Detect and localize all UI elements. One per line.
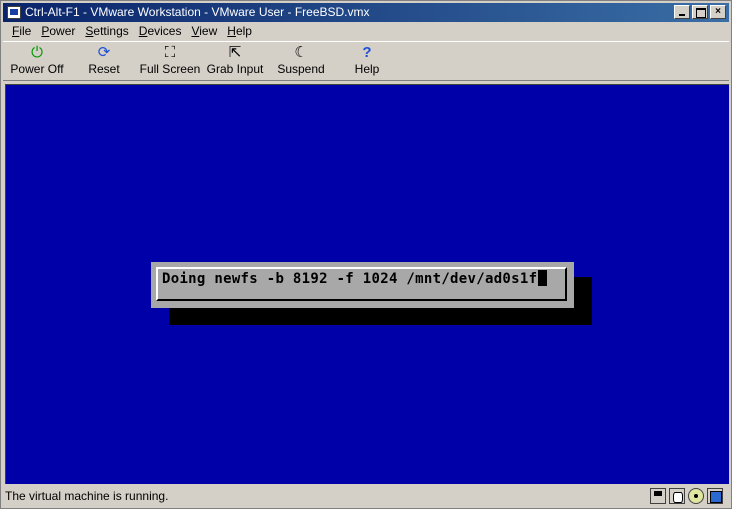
network-icon[interactable] <box>707 488 723 504</box>
title-bar[interactable]: Ctrl-Alt-F1 - VMware Workstation - VMwar… <box>3 3 729 22</box>
menu-settings[interactable]: Settings <box>80 24 133 38</box>
power-off-button[interactable]: ⏻ Power Off <box>9 44 65 80</box>
suspend-label: Suspend <box>277 62 325 76</box>
help-button[interactable]: ? Help <box>349 44 385 80</box>
maximize-button[interactable] <box>692 5 708 19</box>
full-screen-button[interactable]: ⛶ Full Screen <box>139 44 201 80</box>
reset-icon: ⟳ <box>97 44 111 61</box>
full-screen-icon: ⛶ <box>164 44 176 61</box>
grab-input-button[interactable]: ⇱ Grab Input <box>206 44 264 80</box>
reset-label: Reset <box>88 62 120 76</box>
power-icon: ⏻ <box>31 44 43 61</box>
device-status-icons <box>650 488 723 504</box>
toolbar: ⏻ Power Off ⟳ Reset ⛶ Full Screen ⇱ Grab… <box>3 41 729 81</box>
menu-devices-label: evices <box>147 24 182 38</box>
menu-view[interactable]: View <box>186 24 222 38</box>
menu-file-label: ile <box>19 24 32 38</box>
menu-help-mnemonic: H <box>227 24 236 38</box>
hard-disk-icon[interactable] <box>669 488 685 504</box>
help-label: Help <box>354 62 380 76</box>
minimize-button[interactable] <box>674 5 690 19</box>
dialog-message: Doing newfs -b 8192 -f 1024 /mnt/dev/ad0… <box>162 270 548 287</box>
dialog-message-text: Doing newfs -b 8192 -f 1024 /mnt/dev/ad0… <box>162 271 538 287</box>
menu-power-label: ower <box>49 24 76 38</box>
status-text: The virtual machine is running. <box>5 489 169 503</box>
window-controls: × <box>672 5 726 19</box>
grab-input-label: Grab Input <box>206 62 264 76</box>
floppy-icon[interactable] <box>650 488 666 504</box>
help-icon: ? <box>362 44 372 61</box>
full-screen-label: Full Screen <box>139 62 201 76</box>
suspend-icon: ☾ <box>294 44 308 61</box>
menu-devices[interactable]: Devices <box>134 24 187 38</box>
menu-file[interactable]: File <box>7 24 36 38</box>
reset-button[interactable]: ⟳ Reset <box>81 44 127 80</box>
menu-view-label: iew <box>199 24 218 38</box>
status-bar: The virtual machine is running. <box>3 487 729 507</box>
window-title: Ctrl-Alt-F1 - VMware Workstation - VMwar… <box>25 5 370 19</box>
grab-input-icon: ⇱ <box>228 44 242 61</box>
menu-help-label: elp <box>235 24 252 38</box>
suspend-button[interactable]: ☾ Suspend <box>276 44 326 80</box>
menu-help[interactable]: Help <box>222 24 257 38</box>
menu-bar: File Power Settings Devices View Help <box>3 22 729 40</box>
menu-power[interactable]: Power <box>36 24 80 38</box>
vmware-window: Ctrl-Alt-F1 - VMware Workstation - VMwar… <box>0 0 732 509</box>
power-off-label: Power Off <box>10 62 64 76</box>
cdrom-icon[interactable] <box>688 488 704 504</box>
menu-settings-label: ettings <box>93 24 129 38</box>
newfs-progress-dialog: Doing newfs -b 8192 -f 1024 /mnt/dev/ad0… <box>151 262 574 308</box>
vmware-app-icon[interactable] <box>7 6 21 19</box>
text-cursor <box>538 270 548 286</box>
close-button[interactable]: × <box>710 5 726 19</box>
